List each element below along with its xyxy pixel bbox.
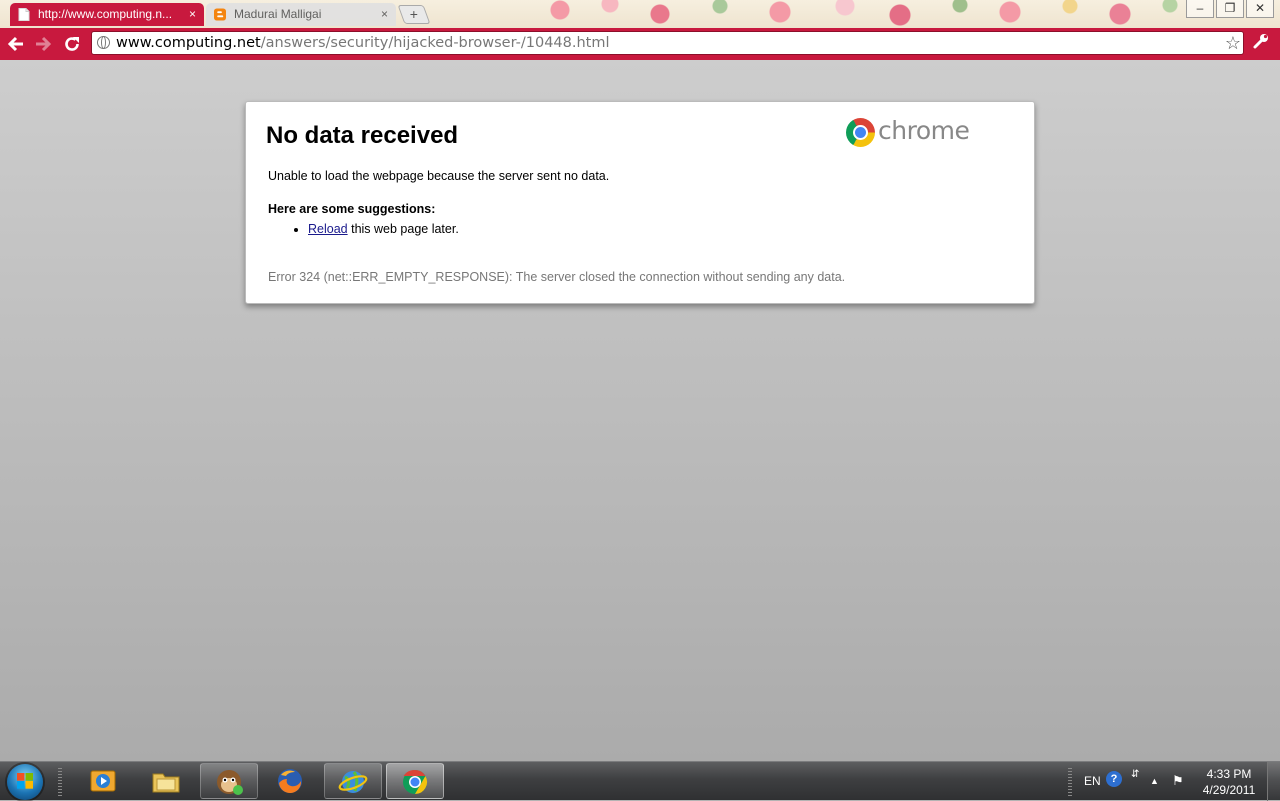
- show-hidden-icons-icon[interactable]: ▲: [1150, 762, 1159, 800]
- taskbar-clock[interactable]: 4:33 PM 4/29/2011: [1196, 766, 1262, 798]
- taskbar-monkey-app[interactable]: [200, 763, 258, 799]
- suggestion-text: this web page later.: [347, 222, 459, 236]
- action-center-flag-icon[interactable]: ⚑: [1172, 762, 1184, 800]
- new-tab-button[interactable]: +: [397, 5, 431, 24]
- taskbar-firefox[interactable]: [262, 763, 320, 799]
- help-icon[interactable]: ?: [1106, 771, 1122, 787]
- address-bar[interactable]: www.computing.net/answers/security/hijac…: [91, 31, 1244, 55]
- error-panel: No data received chrome Unable to load t…: [245, 101, 1035, 304]
- monkey-app-icon: [217, 770, 243, 795]
- globe-app-icon: [338, 771, 368, 793]
- restore-button[interactable]: ❐: [1216, 0, 1244, 18]
- show-desktop-button[interactable]: [1267, 762, 1280, 801]
- firefox-icon: [278, 769, 302, 794]
- start-button[interactable]: [7, 764, 43, 800]
- tab-close-icon[interactable]: ×: [189, 3, 196, 25]
- bookmark-star-icon[interactable]: ☆: [1225, 32, 1241, 54]
- url-path: /answers/security/hijacked-browser-/1044…: [260, 35, 610, 51]
- suggestions-heading: Here are some suggestions:: [268, 202, 436, 216]
- list-item: Reload this web page later.: [308, 219, 459, 239]
- chrome-icon: [403, 769, 428, 794]
- error-description: Unable to load the webpage because the s…: [268, 169, 610, 183]
- windows-logo-icon: [17, 773, 33, 789]
- back-arrow-icon: [7, 36, 23, 52]
- reload-icon: [65, 37, 79, 51]
- taskbar-chrome[interactable]: [386, 763, 444, 799]
- taskbar-media-player[interactable]: [75, 763, 133, 799]
- blogger-icon: [214, 8, 226, 21]
- url-domain: www.computing.net: [116, 35, 261, 51]
- error-code: Error 324 (net::ERR_EMPTY_RESPONSE): The…: [268, 270, 846, 284]
- chrome-wordmark: chrome: [878, 116, 970, 145]
- error-title: No data received: [266, 122, 459, 149]
- suggestions-list: Reload this web page later.: [290, 219, 459, 239]
- taskbar-grip[interactable]: [58, 768, 62, 796]
- reload-link[interactable]: Reload: [308, 222, 348, 236]
- back-button[interactable]: [5, 33, 27, 55]
- window-controls: – ❐ ✕: [1186, 0, 1274, 18]
- explorer-icon: [152, 773, 180, 793]
- clock-date: 4/29/2011: [1202, 783, 1256, 797]
- taskbar-explorer[interactable]: [138, 763, 196, 799]
- tab-madurai-malligai[interactable]: Madurai Malligai ×: [206, 3, 396, 26]
- clock-time: 4:33 PM: [1206, 767, 1252, 781]
- taskbar-globe-app[interactable]: [324, 763, 382, 799]
- tray-grip[interactable]: [1068, 768, 1072, 796]
- input-options-icon[interactable]: ⇵: [1131, 769, 1139, 781]
- plus-icon: +: [409, 6, 418, 22]
- chrome-logo-icon: [846, 118, 875, 147]
- title-bar: http://www.computing.n... × Madurai Mall…: [0, 0, 1280, 28]
- globe-icon: [97, 36, 110, 49]
- address-url[interactable]: www.computing.net/answers/security/hijac…: [116, 32, 610, 55]
- tab-close-icon[interactable]: ×: [381, 3, 388, 25]
- tab-title: Madurai Malligai: [234, 7, 322, 21]
- forward-arrow-icon: [36, 36, 52, 52]
- tab-title: http://www.computing.n...: [38, 7, 173, 21]
- wrench-menu-icon[interactable]: [1252, 32, 1270, 56]
- reload-button[interactable]: [61, 33, 83, 55]
- language-indicator[interactable]: EN: [1084, 762, 1101, 800]
- taskbar: EN ? ⇵ ▲ ⚑ 4:33 PM 4/29/2011: [0, 761, 1280, 801]
- browser-toolbar: www.computing.net/answers/security/hijac…: [0, 28, 1280, 60]
- media-player-icon: [90, 770, 116, 792]
- tab-computing[interactable]: http://www.computing.n... ×: [10, 3, 204, 26]
- minimize-button[interactable]: –: [1186, 0, 1214, 18]
- forward-button[interactable]: [32, 33, 54, 55]
- page-content: No data received chrome Unable to load t…: [0, 60, 1280, 761]
- page-icon: [18, 8, 30, 21]
- close-window-button[interactable]: ✕: [1246, 0, 1274, 18]
